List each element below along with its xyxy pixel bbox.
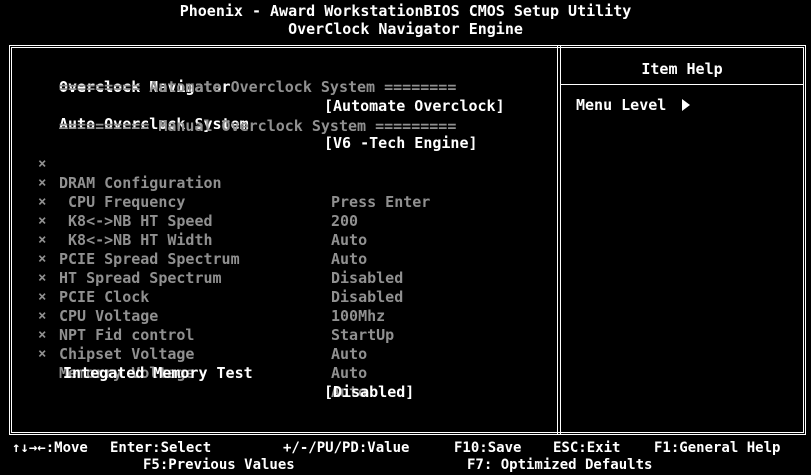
panel-divider	[557, 45, 561, 435]
menu-level: Menu Level	[576, 96, 691, 114]
footer-previous: F5:Previous Values	[143, 457, 295, 473]
bios-title: Phoenix - Award WorkstationBIOS CMOS Set…	[179, 2, 632, 20]
item-help-title: Item Help	[641, 60, 723, 78]
separator-manual: ========== Manual Overclock System =====…	[59, 117, 457, 135]
footer-move: ↑↓→←:Move	[12, 440, 88, 456]
bios-subtitle: OverClock Navigator Engine	[288, 20, 523, 38]
footer-help: F1:General Help	[654, 440, 781, 456]
setting-memory-test[interactable]: Integated Memory Test [Disabled]	[0, 345, 557, 402]
footer-save: F10:Save	[454, 440, 522, 456]
setting-label: Integated Memory Test	[63, 364, 253, 382]
footer-value: +/-/PU/PD:Value	[283, 440, 410, 456]
setting-value[interactable]: [Disabled]	[324, 383, 414, 402]
separator-auto: ========= Automate Overclock System ====…	[59, 78, 457, 96]
right-arrow-icon	[682, 99, 691, 111]
menu-level-label: Menu Level	[576, 96, 667, 114]
footer-optimized: F7: Optimized Defaults	[467, 457, 653, 473]
footer-enter: Enter:Select	[110, 440, 212, 456]
help-separator	[561, 84, 803, 85]
footer-exit: ESC:Exit	[553, 440, 621, 456]
